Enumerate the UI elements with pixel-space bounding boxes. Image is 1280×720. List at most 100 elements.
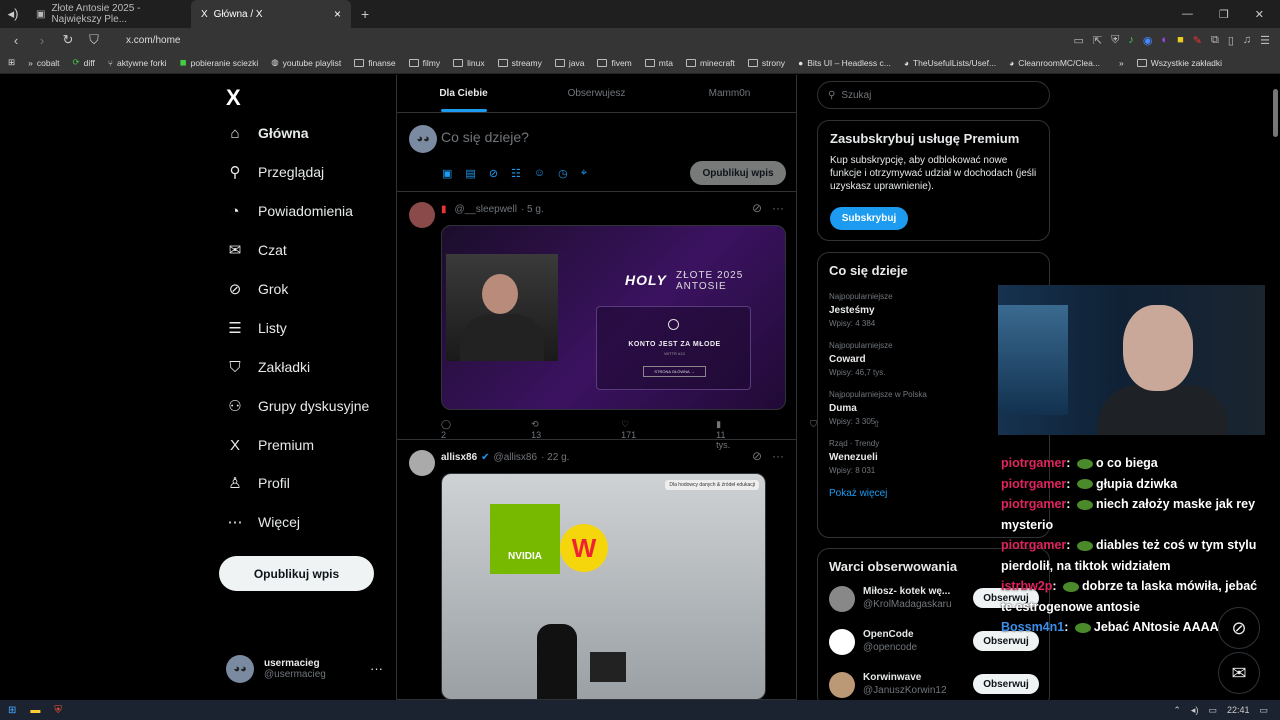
close-window-icon[interactable]: ✕ [1255,8,1264,21]
extension-icon[interactable]: ■ [1177,34,1184,47]
x-logo[interactable]: X [226,85,241,111]
account-switcher[interactable]: ◕◕ usermacieg @usermacieg ··· [226,655,383,683]
brave-shield-icon[interactable]: ⛨ [1111,34,1119,47]
bookmark-item[interactable]: ◼ pobieranie sciezki [180,57,259,68]
bookmark-folder[interactable]: finanse [354,58,396,68]
bookmark-folder[interactable]: mta [644,58,673,68]
search-input[interactable]: ⚲ Szukaj [817,81,1050,109]
bookmark-folder[interactable]: java [554,58,584,68]
bookmark-folder[interactable]: filmy [408,58,440,68]
extension-icon[interactable]: ◐ [1161,34,1168,47]
compose-input[interactable]: Co się dzieje? [441,129,529,145]
notification-icon[interactable]: ▭ [1259,705,1268,716]
tweet-author-handle[interactable]: @__sleepwell [455,204,517,215]
bookmark-item[interactable]: ⟳ diff [73,57,95,68]
browser-tab-2[interactable]: X Główna / X × [191,0,351,28]
tweet-author-name[interactable]: allisx86 [441,452,477,463]
menu-icon[interactable]: ☰ [1260,34,1270,47]
bookmark-item[interactable]: ◕ CleanroomMC/Clea... [1009,58,1100,68]
bookmarks-overflow-icon[interactable]: » [1119,58,1124,68]
bookmark-item[interactable]: » cobalt [28,58,59,68]
subscribe-button[interactable]: Subskrybuj [830,207,908,230]
sidebar-item-10[interactable]: ⋯ Więcej [226,513,301,531]
windows-start-icon[interactable]: ⊞ [8,705,16,716]
browser-tab-1[interactable]: ▣ Złote Antosie 2025 - Największy Ple... [26,0,191,28]
clock[interactable]: 22:41 [1227,705,1250,716]
location-icon[interactable]: ⌖ [581,167,587,180]
tweet[interactable]: allisx86 ✔ @allisx86 · 22 g. ⊘ ··· Dla h… [397,440,796,700]
bookmark-folder[interactable]: strony [747,58,785,68]
tweet-time[interactable]: · 5 g. [521,204,544,215]
volume-icon[interactable]: ◂) [1191,705,1199,716]
schedule-icon[interactable]: ◷ [558,167,568,180]
network-icon[interactable]: ▭ [1208,705,1217,716]
bookmark-item[interactable]: ◕ TheUsefulLists/Usef... [904,58,996,68]
tweet-time[interactable]: · 22 g. [541,452,569,463]
tweet-media[interactable]: HOLY ZŁOTE 2025 ANTOSIE KONTO JEST ZA MŁ… [441,225,786,410]
more-icon[interactable]: ··· [370,661,383,676]
cast-icon[interactable]: ▭ [1073,34,1083,47]
sidebar-item-3[interactable]: ✉ Czat [226,241,287,259]
extension-icon[interactable]: ✎ [1193,34,1202,47]
more-icon[interactable]: ··· [772,201,784,215]
post-button[interactable]: Opublikuj wpis [219,556,374,591]
close-tab-icon[interactable]: × [334,7,341,21]
tab-following[interactable]: Obserwujesz [530,75,663,112]
bookmark-folder[interactable]: fivem [597,58,632,68]
sidebar-item-0[interactable]: ⌂ Główna [226,124,308,142]
avatar[interactable] [829,672,855,698]
forward-icon[interactable]: › [34,33,50,48]
bookmark-item[interactable]: ◍ youtube playlist [271,57,341,68]
url-field[interactable]: x.com/home [126,35,180,46]
emoji-icon[interactable]: ☺ [534,167,545,180]
image-icon[interactable]: ▣ [442,167,452,180]
puzzle-icon[interactable]: ⧉ [1211,34,1219,47]
bookmark-item[interactable]: ● Bits UI – Headless c... [798,58,891,68]
sidebar-item-2[interactable]: ◔ Powiadomienia [226,202,352,220]
avatar[interactable] [829,586,855,612]
avatar[interactable] [829,629,855,655]
apps-icon[interactable]: ⊞ [8,57,15,68]
poll-icon[interactable]: ☷ [511,167,521,180]
sidebar-icon[interactable]: ▯ [1228,34,1234,47]
minimize-icon[interactable]: — [1182,8,1193,21]
scrollbar-thumb[interactable] [1273,89,1278,137]
extension-icon[interactable]: ♪ [1128,34,1134,47]
bookmark-icon[interactable]: ⛉ [810,419,817,450]
scrollbar[interactable] [1270,75,1280,700]
grok-fab[interactable]: ⊘ [1218,607,1260,649]
sidebar-item-4[interactable]: ⊘ Grok [226,280,289,298]
bookmark-folder[interactable]: minecraft [685,58,735,68]
share-icon[interactable]: ⇱ [1093,34,1102,47]
chat-fab[interactable]: ✉ [1218,652,1260,694]
bookmark-star-icon[interactable]: ⛉ [86,32,102,48]
new-tab-button[interactable]: + [361,6,369,22]
sidebar-item-8[interactable]: X Premium [226,436,314,454]
gif-icon[interactable]: ▤ [465,167,475,180]
bookmark-folder[interactable]: streamy [497,58,542,68]
tray-chevron-icon[interactable]: ⌃ [1173,705,1181,716]
playlist-icon[interactable]: ♫ [1243,34,1251,47]
all-bookmarks[interactable]: Wszystkie zakładki [1136,58,1222,68]
restore-icon[interactable]: ❐ [1219,8,1229,21]
avatar[interactable] [409,202,435,228]
avatar[interactable] [409,450,435,476]
sidebar-item-5[interactable]: ☰ Listy [226,319,287,337]
brave-icon[interactable]: ⛨ [54,705,62,716]
bookmark-folder[interactable]: linux [453,58,485,68]
more-icon[interactable]: ··· [772,449,784,463]
bookmark-item[interactable]: ⑂ aktywne forki [108,58,167,68]
back-icon[interactable]: ‹ [8,33,24,48]
publish-button[interactable]: Opublikuj wpis [690,161,786,185]
reload-icon[interactable]: ↻ [60,32,76,48]
extension-icon[interactable]: ◉ [1143,34,1153,47]
sidebar-item-7[interactable]: ⚇ Grupy dyskusyjne [226,397,369,415]
sidebar-item-6[interactable]: ⛉ Zakładki [226,358,310,376]
sidebar-item-9[interactable]: ♙ Profil [226,474,290,492]
follow-suggestion[interactable]: Korwinwave @JanuszKorwin12 Obserwuj [829,672,1039,700]
grok-icon[interactable]: ⊘ [752,449,762,463]
grok-icon[interactable]: ⊘ [489,167,498,180]
file-explorer-icon[interactable]: ▬ [30,705,40,716]
tweet-author-handle[interactable]: @allisx86 [494,452,538,463]
grok-icon[interactable]: ⊘ [752,201,762,215]
